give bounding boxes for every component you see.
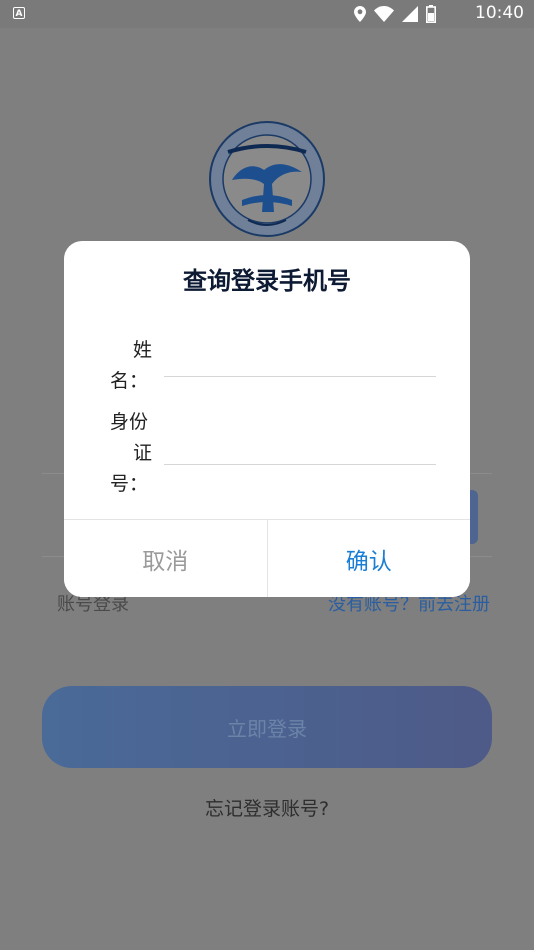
app-notification-icon: A — [13, 7, 25, 19]
query-phone-dialog: 查询登录手机号 姓 名： 身份 证 号： 取消 确认 — [64, 241, 470, 597]
id-label-line3: 号： — [110, 473, 149, 495]
name-label: 姓 名： — [110, 335, 154, 397]
signal-icon — [402, 6, 418, 22]
status-icons — [354, 5, 436, 23]
battery-icon — [426, 5, 436, 23]
location-icon — [354, 6, 366, 22]
college-logo-icon — [209, 121, 325, 237]
name-input-underline — [164, 376, 436, 377]
login-button: 立即登录 — [42, 686, 492, 768]
name-input[interactable] — [164, 351, 436, 375]
id-number-input[interactable] — [164, 439, 436, 463]
dialog-title: 查询登录手机号 — [183, 267, 351, 295]
id-label-line2: 证 — [132, 442, 152, 464]
cancel-button[interactable]: 取消 — [64, 520, 268, 597]
forgot-account-link: 忘记登录账号? — [204, 798, 330, 820]
id-input-underline — [164, 464, 436, 465]
confirm-button[interactable]: 确认 — [267, 520, 470, 597]
name-label-line1: 姓 — [132, 339, 152, 361]
status-bar: A 10:40 — [0, 0, 534, 28]
name-label-line2: 名： — [110, 370, 149, 392]
dialog-button-row: 取消 确认 — [64, 519, 470, 597]
id-label: 身份 证 号： — [110, 407, 154, 500]
wifi-icon — [374, 6, 394, 22]
id-label-line1: 身份 — [110, 411, 149, 433]
status-time: 10:40 — [475, 3, 524, 23]
